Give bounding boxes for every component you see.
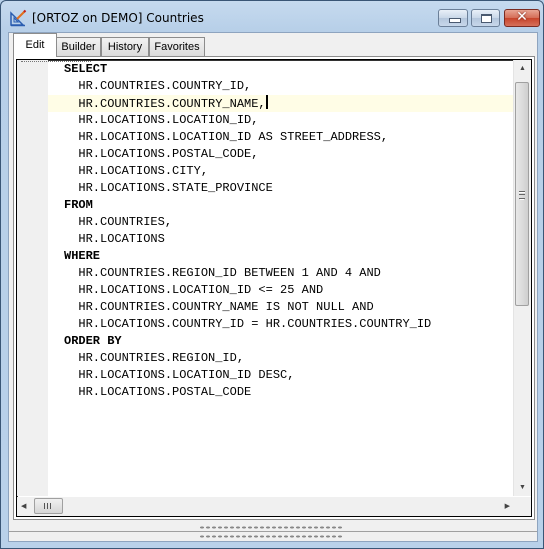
sql-line[interactable]: HR.COUNTRIES.COUNTRY_ID, [48,78,530,95]
splitter-grip-icon[interactable] [199,526,344,529]
sql-line[interactable]: HR.LOCATIONS.STATE_PROVINCE [48,180,530,197]
title-bar[interactable]: [ORTOZ on DEMO] Countries ✕ [1,1,543,33]
sql-keyword-line[interactable]: ORDER BY [48,333,530,350]
sql-line[interactable]: HR.LOCATIONS.CITY, [48,163,530,180]
window-title: [ORTOZ on DEMO] Countries [32,11,204,25]
sql-line[interactable]: HR.LOCATIONS.POSTAL_CODE [48,384,530,401]
sql-line[interactable]: HR.LOCATIONS.LOCATION_ID DESC, [48,367,530,384]
tab-builder[interactable]: Builder [56,37,101,56]
sql-line[interactable]: HR.COUNTRIES, [48,214,530,231]
sql-line[interactable]: HR.LOCATIONS.LOCATION_ID AS STREET_ADDRE… [48,129,530,146]
sql-keyword-line[interactable]: WHERE [48,248,530,265]
line-gutter [17,60,91,496]
scroll-right-arrow-icon[interactable]: ▶ [496,497,510,516]
query-builder-icon [10,9,27,27]
query-window: [ORTOZ on DEMO] Countries ✕ Edit Builder… [0,0,544,549]
minimize-button[interactable] [438,9,468,27]
sql-line[interactable]: HR.COUNTRIES.REGION_ID, [48,350,530,367]
sql-code-area[interactable]: SELECT HR.COUNTRIES.COUNTRY_ID, HR.COUNT… [48,60,530,496]
sql-line[interactable]: HR.LOCATIONS.POSTAL_CODE, [48,146,530,163]
sql-line[interactable]: HR.COUNTRIES.COUNTRY_NAME, [48,95,530,112]
sql-line[interactable]: HR.COUNTRIES.COUNTRY_NAME IS NOT NULL AN… [48,299,530,316]
scroll-up-arrow-icon[interactable]: ▲ [514,60,531,77]
tab-edit[interactable]: Edit [13,33,57,57]
scroll-down-arrow-icon[interactable]: ▼ [514,479,531,496]
horizontal-scroll-thumb[interactable] [34,498,63,514]
sql-line[interactable]: HR.LOCATIONS.LOCATION_ID, [48,112,530,129]
sql-line[interactable]: HR.COUNTRIES.REGION_ID BETWEEN 1 AND 4 A… [48,265,530,282]
scroll-left-arrow-icon[interactable]: ◀ [21,497,35,516]
tab-history[interactable]: History [101,37,149,56]
vertical-scroll-thumb[interactable] [515,82,529,306]
window-client: Edit Builder History Favorites SELECT HR… [8,32,538,542]
close-icon: ✕ [516,9,528,25]
splitter-divider [9,531,537,532]
sql-line[interactable]: HR.LOCATIONS.LOCATION_ID <= 25 AND [48,282,530,299]
maximize-button[interactable] [471,9,500,27]
sql-keyword-line[interactable]: SELECT [48,61,530,78]
vertical-scrollbar[interactable]: ▲ ▼ [513,60,531,496]
sql-line[interactable]: HR.LOCATIONS [48,231,530,248]
tab-favorites[interactable]: Favorites [149,37,205,56]
horizontal-scrollbar[interactable]: ◀ ▶ [17,497,514,516]
sql-keyword-line[interactable]: FROM [48,197,530,214]
edit-panel: SELECT HR.COUNTRIES.COUNTRY_ID, HR.COUNT… [13,56,535,520]
panel-splitter[interactable] [9,521,537,541]
splitter-grip-icon[interactable] [199,535,344,538]
close-button[interactable]: ✕ [504,9,540,27]
sql-line[interactable]: HR.LOCATIONS.COUNTRY_ID = HR.COUNTRIES.C… [48,316,530,333]
text-cursor [265,95,268,109]
scrollbar-corner [514,497,531,516]
sql-editor[interactable]: SELECT HR.COUNTRIES.COUNTRY_ID, HR.COUNT… [16,59,532,517]
